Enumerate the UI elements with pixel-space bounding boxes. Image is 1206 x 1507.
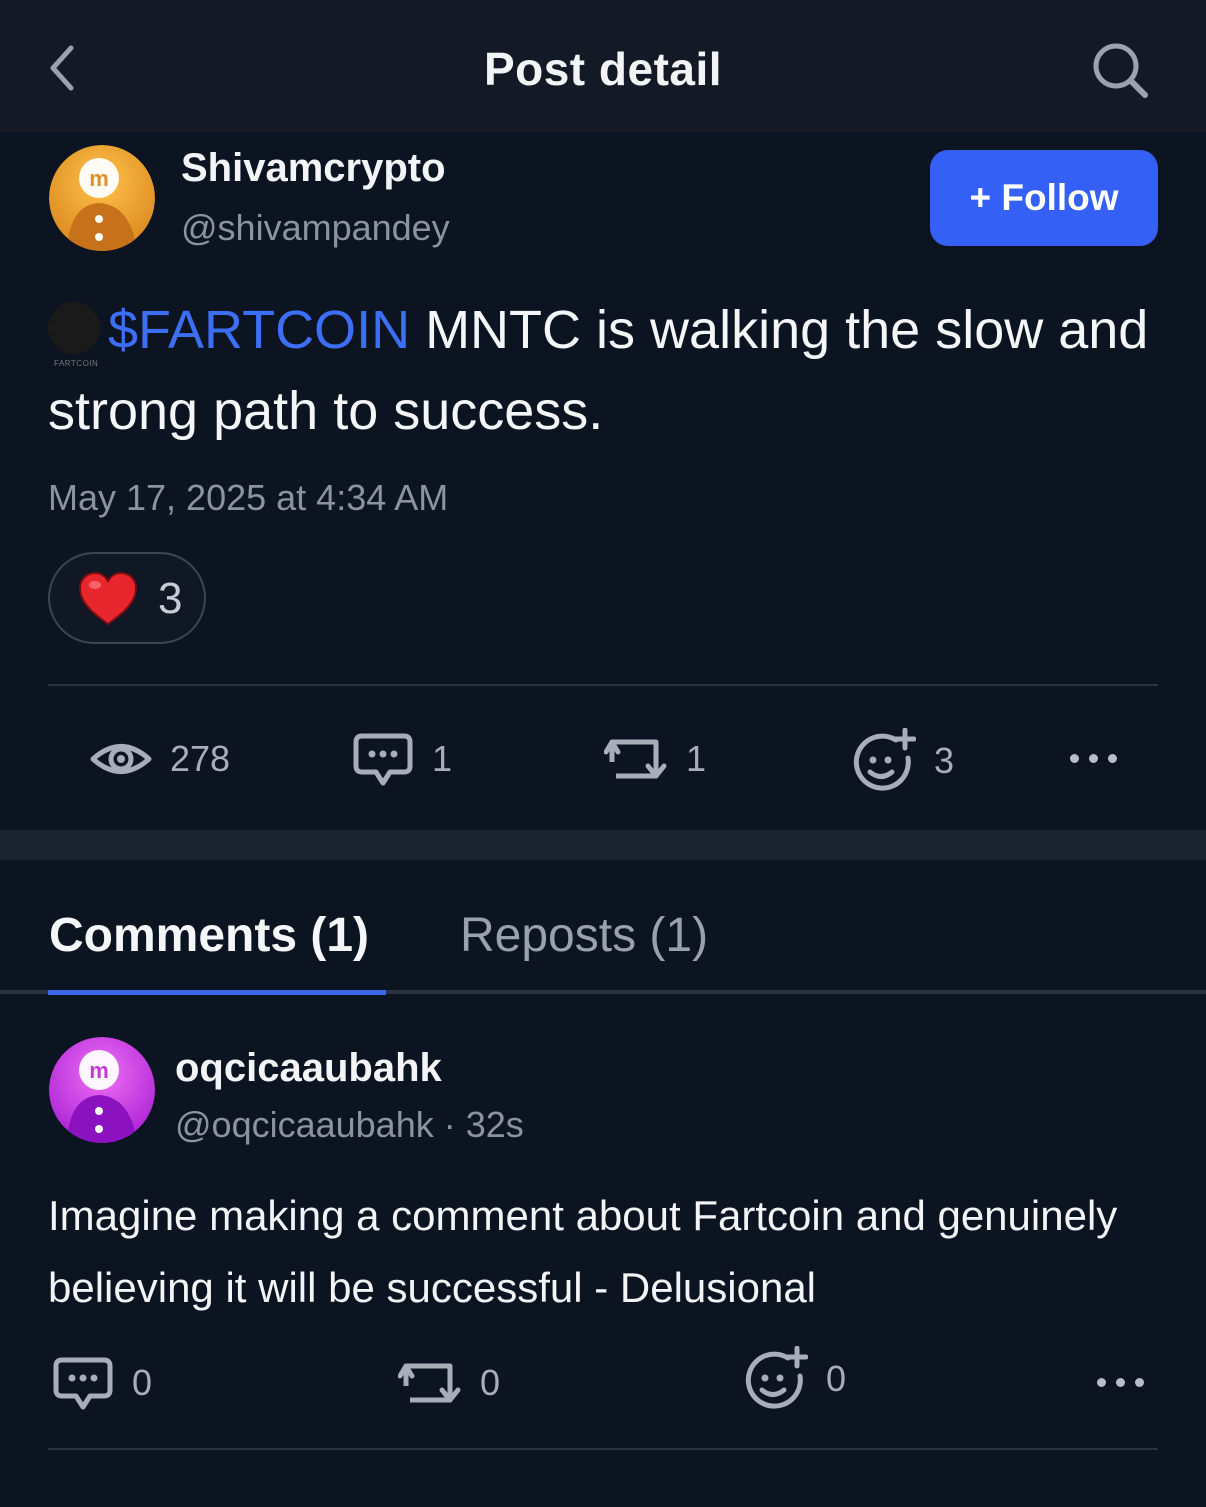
reposts-stat[interactable]: 1 <box>604 728 706 790</box>
search-button[interactable] <box>1086 36 1154 104</box>
comment-replies-stat[interactable]: 0 <box>52 1352 152 1414</box>
comment-body: Imagine making a comment about Fartcoin … <box>48 1192 1118 1311</box>
eye-icon <box>90 744 152 774</box>
reactions-stat[interactable]: 3 <box>850 728 954 794</box>
svg-text:m: m <box>89 1058 109 1083</box>
author-avatar[interactable]: m <box>49 145 155 251</box>
add-reaction-icon <box>853 728 916 791</box>
author-name[interactable]: Shivamcrypto <box>181 146 446 191</box>
views-count: 278 <box>170 738 231 779</box>
comment-reactions-count: 0 <box>826 1358 847 1399</box>
comment-replies-count: 0 <box>132 1362 153 1403</box>
svg-text:m: m <box>89 166 109 191</box>
comment-icon <box>53 1357 113 1410</box>
add-reaction-icon <box>745 1346 808 1409</box>
divider <box>48 1448 1158 1450</box>
more-icon[interactable] <box>1070 754 1117 763</box>
heart-reaction-pill[interactable]: 3 <box>48 552 206 644</box>
coin-logo-icon[interactable]: FARTCOIN <box>48 302 100 368</box>
comment-reposts-count: 0 <box>480 1362 501 1403</box>
repost-icon <box>398 1363 461 1403</box>
tab-reposts[interactable]: Reposts (1) <box>460 908 708 963</box>
ticker-link[interactable]: $FARTCOIN <box>108 300 410 360</box>
heart-icon <box>78 572 138 626</box>
top-bar: Post detail <box>0 0 1206 132</box>
comment-icon <box>353 733 413 786</box>
page-title: Post detail <box>483 43 723 95</box>
comments-count: 1 <box>432 738 453 779</box>
comments-stat[interactable]: 1 <box>352 728 452 790</box>
commenter-avatar[interactable]: m <box>49 1037 155 1143</box>
views-stat[interactable]: 278 <box>90 728 230 790</box>
author-handle: @shivampandey <box>181 207 450 248</box>
post-body: FARTCOIN $FARTCOIN MNTC is walking the sl… <box>48 290 1178 452</box>
post-timestamp: May 17, 2025 at 4:34 AM <box>48 477 449 518</box>
active-tab-indicator <box>48 990 386 995</box>
more-icon[interactable] <box>1097 1378 1144 1387</box>
repost-icon <box>604 739 667 779</box>
tab-comments[interactable]: Comments (1) <box>49 908 369 963</box>
follow-button[interactable]: + Follow <box>930 150 1158 246</box>
comment-reposts-stat[interactable]: 0 <box>398 1352 500 1414</box>
reposts-count: 1 <box>686 738 707 779</box>
comment-reactions-stat[interactable]: 0 <box>742 1346 846 1412</box>
reactions-count: 3 <box>934 740 955 781</box>
section-separator <box>0 830 1206 860</box>
commenter-meta: @oqcicaaubahk · 32s <box>175 1104 524 1145</box>
divider <box>48 684 1158 686</box>
reaction-count: 3 <box>158 574 183 623</box>
search-icon <box>1093 43 1148 98</box>
commenter-name[interactable]: oqcicaaubahk <box>175 1046 442 1091</box>
